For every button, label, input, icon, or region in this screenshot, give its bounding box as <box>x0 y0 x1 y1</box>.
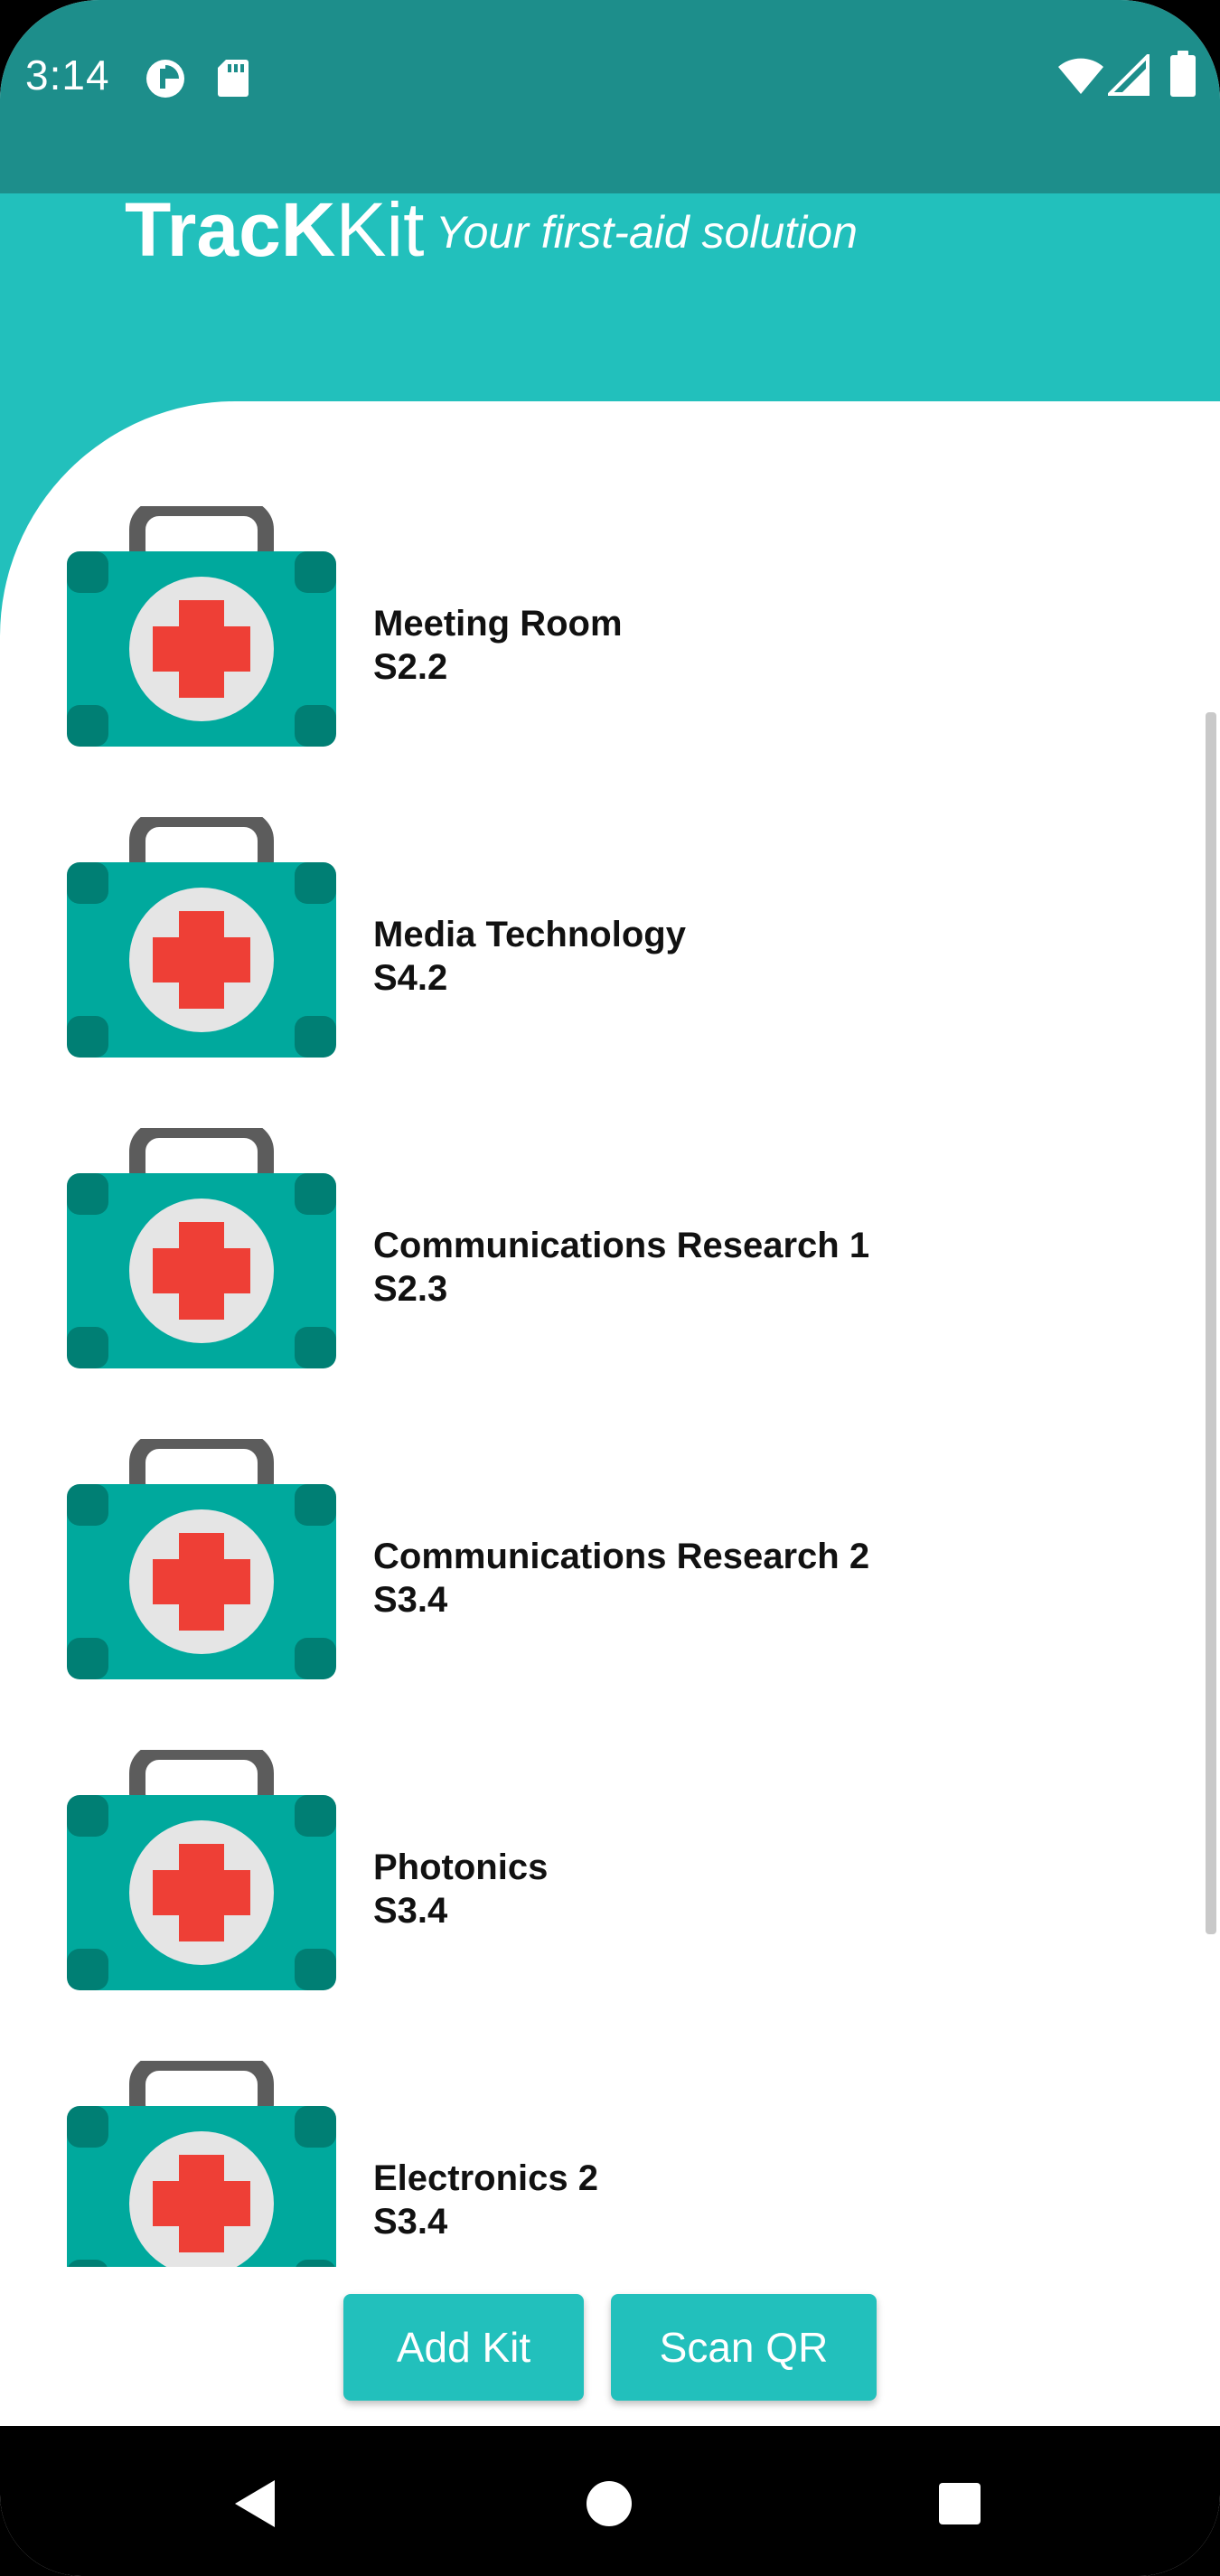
kit-list-item[interactable]: Media Technology S4.2 <box>0 799 1220 1070</box>
app-tagline: Your first-aid solution <box>436 207 858 258</box>
scan-qr-button[interactable]: Scan QR <box>611 2294 877 2401</box>
kit-name: Photonics <box>373 1847 549 1887</box>
kit-list-item[interactable]: Electronics 2 S3.4 <box>0 2043 1220 2267</box>
first-aid-kit-icon <box>67 1439 336 1679</box>
kit-location: S2.2 <box>373 647 448 687</box>
kit-list-item[interactable]: Meeting Room S2.2 <box>0 488 1220 759</box>
add-kit-button[interactable]: Add Kit <box>343 2294 584 2401</box>
kit-location: S2.3 <box>373 1269 448 1309</box>
cell-signal-icon <box>1108 54 1150 96</box>
wifi-icon <box>1058 58 1103 94</box>
recents-icon[interactable] <box>938 2482 981 2525</box>
status-bar: 3:14 <box>0 0 1220 193</box>
first-aid-kit-icon <box>67 2061 336 2267</box>
first-aid-kit-icon <box>67 506 336 747</box>
status-time: 3:14 <box>25 52 110 99</box>
kit-name: Meeting Room <box>373 604 623 644</box>
list-scrollbar[interactable] <box>1206 712 1216 1934</box>
back-icon[interactable] <box>231 2478 278 2529</box>
sd-card-icon <box>218 60 249 97</box>
kit-location: S3.4 <box>373 1891 448 1931</box>
first-aid-kit-icon <box>67 817 336 1058</box>
kit-location: S3.4 <box>373 1580 448 1620</box>
kit-name: Communications Research 2 <box>373 1537 870 1576</box>
kit-name: Electronics 2 <box>373 2158 599 2198</box>
kit-location: S3.4 <box>373 2202 448 2242</box>
logo-bold: TracK <box>125 187 336 272</box>
kit-location: S4.2 <box>373 958 448 998</box>
data-saver-icon <box>146 60 184 98</box>
home-icon[interactable] <box>586 2480 633 2527</box>
kit-list[interactable]: Meeting Room S2.2 Media Technology S4.2 <box>0 488 1220 2267</box>
app-screen: 3:14 TracKKit Your first-aid solution Me… <box>0 0 1220 2576</box>
first-aid-kit-icon <box>67 1128 336 1368</box>
kit-name: Communications Research 1 <box>373 1226 870 1265</box>
kit-name: Media Technology <box>373 915 686 954</box>
logo-light: Kit <box>335 187 425 272</box>
system-nav-bar <box>0 2426 1220 2576</box>
kit-list-item[interactable]: Photonics S3.4 <box>0 1732 1220 2003</box>
kit-list-item[interactable]: Communications Research 2 S3.4 <box>0 1421 1220 1692</box>
battery-icon <box>1170 51 1196 97</box>
first-aid-kit-icon <box>67 1750 336 1990</box>
kit-list-item[interactable]: Communications Research 1 S2.3 <box>0 1110 1220 1381</box>
app-logo: TracKKit <box>125 192 425 268</box>
